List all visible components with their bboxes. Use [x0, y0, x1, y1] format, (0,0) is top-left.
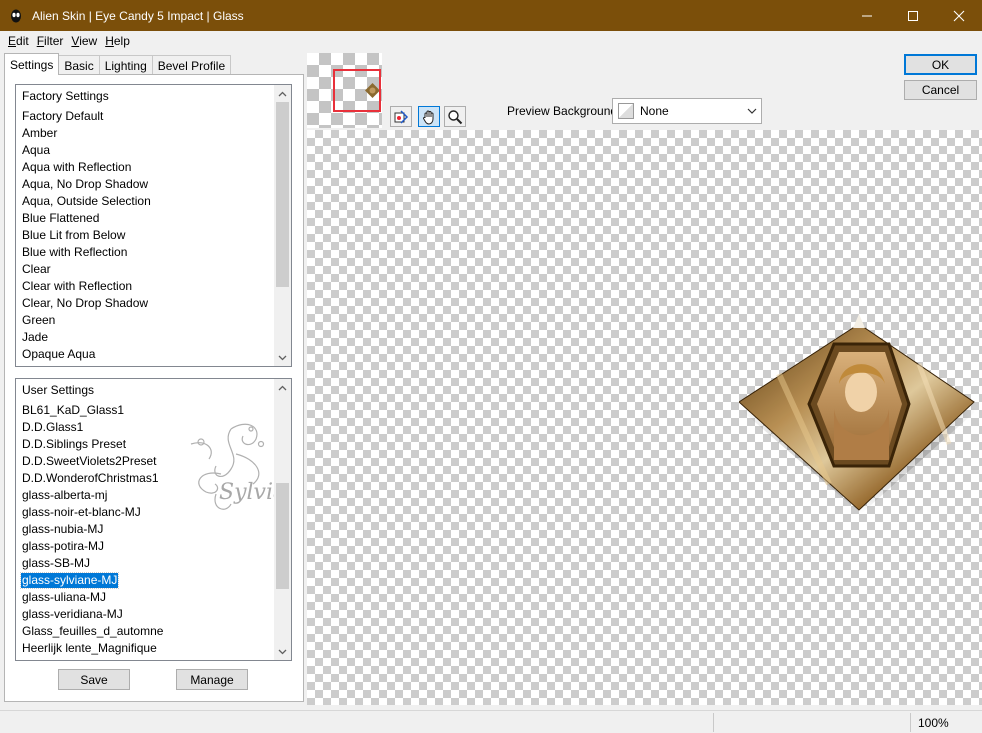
chevron-up-icon: [278, 91, 287, 96]
factory-list-item[interactable]: Amber: [16, 125, 274, 142]
navigate-render-button[interactable]: [390, 106, 412, 127]
ok-button[interactable]: OK: [904, 54, 977, 75]
factory-settings-header: Factory Settings: [22, 89, 109, 103]
maximize-icon: [908, 10, 918, 21]
sylviane-watermark: Sylviane: [190, 423, 291, 510]
menu-edit[interactable]: Edit: [4, 34, 33, 48]
tab-bevel-profile[interactable]: Bevel Profile: [151, 55, 232, 75]
factory-settings-scrollbar[interactable]: [274, 85, 291, 366]
factory-list-item[interactable]: Aqua, No Drop Shadow: [16, 176, 274, 193]
factory-list-item[interactable]: Jade: [16, 329, 274, 346]
user-list-item[interactable]: Heerlijk lente_Magnifique: [16, 640, 274, 657]
factory-list-item[interactable]: Aqua: [16, 142, 274, 159]
window-title: Alien Skin | Eye Candy 5 Impact | Glass: [32, 8, 244, 23]
background-swatch: [618, 103, 634, 119]
user-list-item[interactable]: glass-sylviane-MJ: [16, 572, 274, 589]
user-list-item[interactable]: glass-SB-MJ: [16, 555, 274, 572]
menu-view[interactable]: View: [67, 34, 101, 48]
settings-panel: Factory Settings Factory Default Amber Aqu…: [4, 74, 304, 702]
status-separator: [910, 713, 911, 732]
menu-bar: Edit Filter View Help: [0, 31, 982, 51]
user-settings-list[interactable]: User Settings BL61_KaD_Glass1 D.D.Glass1 D…: [15, 378, 292, 661]
status-bar: 100%: [0, 710, 982, 733]
save-button[interactable]: Save: [58, 669, 130, 690]
preview-canvas[interactable]: [307, 130, 982, 705]
factory-list-item[interactable]: Blue Lit from Below: [16, 227, 274, 244]
zoom-tool-button[interactable]: [444, 106, 466, 127]
close-icon: [953, 10, 965, 21]
close-button[interactable]: [936, 0, 982, 31]
factory-list-item[interactable]: Clear, No Drop Shadow: [16, 295, 274, 312]
preview-background-select[interactable]: None: [612, 98, 762, 124]
scroll-up-arrow[interactable]: [274, 85, 291, 102]
scroll-down-arrow[interactable]: [274, 349, 291, 366]
scroll-up-arrow[interactable]: [274, 379, 291, 396]
menu-help[interactable]: Help: [101, 34, 134, 48]
navigate-render-icon: [394, 109, 409, 124]
glass-effect-preview-image: [739, 314, 977, 514]
manage-button[interactable]: Manage: [176, 669, 248, 690]
factory-list-item[interactable]: Blue with Reflection: [16, 244, 274, 261]
factory-list-item[interactable]: Opaque Aqua: [16, 346, 274, 363]
factory-list-item[interactable]: Clear with Reflection: [16, 278, 274, 295]
zoom-icon: [448, 109, 463, 124]
user-settings-scrollbar[interactable]: [274, 379, 291, 660]
factory-list-item[interactable]: Green: [16, 312, 274, 329]
maximize-button[interactable]: [890, 0, 936, 31]
zoom-level: 100%: [918, 716, 949, 730]
title-bar: Alien Skin | Eye Candy 5 Impact | Glass: [0, 0, 982, 31]
tab-lighting[interactable]: Lighting: [98, 55, 153, 75]
preview-background-label: Preview Background:: [507, 104, 621, 118]
minimize-icon: [862, 15, 872, 16]
status-separator: [713, 713, 714, 732]
tab-basic[interactable]: Basic: [58, 55, 100, 75]
chevron-up-icon: [278, 385, 287, 390]
user-list-item[interactable]: glass-uliana-MJ: [16, 589, 274, 606]
factory-list-item[interactable]: Factory Default: [16, 108, 274, 125]
user-scroll-thumb[interactable]: [276, 483, 289, 589]
user-settings-header: User Settings: [22, 383, 95, 397]
factory-list-item[interactable]: Blue Flattened: [16, 210, 274, 227]
factory-list-item[interactable]: Aqua with Reflection: [16, 159, 274, 176]
alien-skin-icon: [8, 8, 24, 24]
user-list-item[interactable]: glass-veridiana-MJ: [16, 606, 274, 623]
minimize-button[interactable]: [844, 0, 890, 31]
factory-scroll-thumb[interactable]: [276, 102, 289, 287]
factory-settings-list[interactable]: Factory Settings Factory Default Amber Aqu…: [15, 84, 292, 367]
tab-settings[interactable]: Settings: [4, 53, 60, 75]
cancel-button[interactable]: Cancel: [904, 80, 977, 100]
preview-background-value: None: [640, 104, 669, 118]
hand-tool-button[interactable]: [418, 106, 440, 127]
user-list-item[interactable]: glass-potira-MJ: [16, 538, 274, 555]
settings-tabs: Settings Basic Lighting Bevel Profile: [4, 53, 232, 75]
chevron-down-icon: [743, 108, 761, 114]
hand-icon: [423, 110, 434, 125]
factory-list-item[interactable]: Clear: [16, 261, 274, 278]
menu-filter[interactable]: Filter: [33, 34, 68, 48]
factory-list-item[interactable]: Aqua, Outside Selection: [16, 193, 274, 210]
navigator-view-frame[interactable]: [333, 69, 381, 112]
user-list-item[interactable]: Glass_feuilles_d_automne: [16, 623, 274, 640]
scroll-down-arrow[interactable]: [274, 643, 291, 660]
chevron-down-icon: [278, 649, 287, 654]
chevron-down-icon: [278, 355, 287, 360]
